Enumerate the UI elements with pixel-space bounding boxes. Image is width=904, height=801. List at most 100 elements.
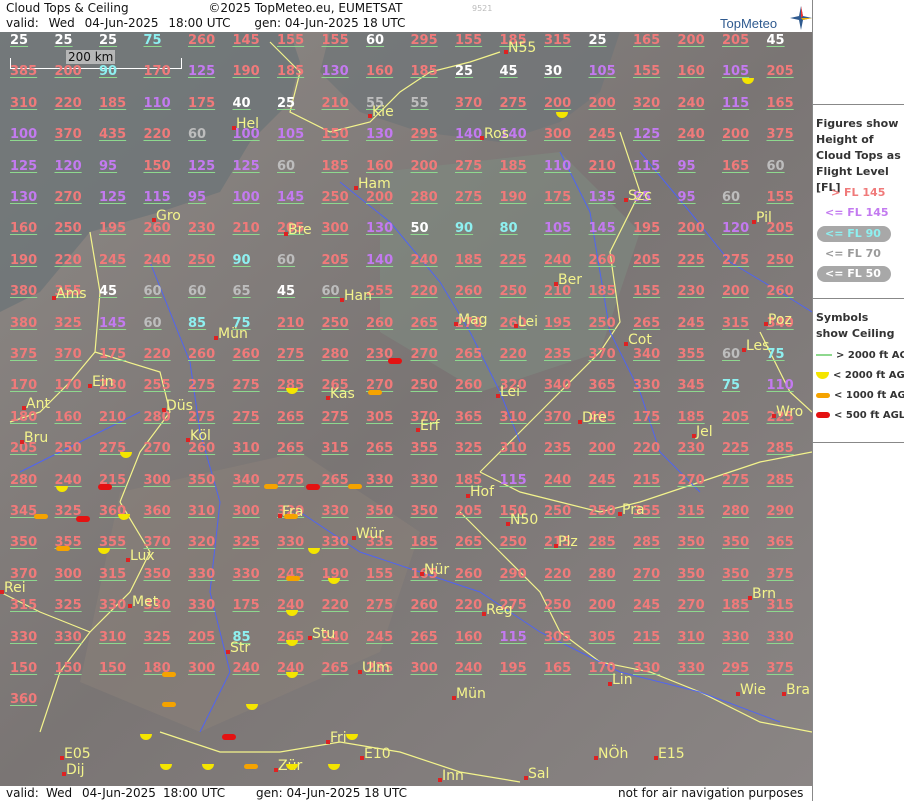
flight-level-label: 170 (10, 378, 38, 394)
flight-level-label: 275 (722, 252, 750, 268)
flight-level-label: 315 (99, 566, 127, 582)
flight-level-label: 220 (321, 598, 349, 614)
flight-level-label: 150 (321, 127, 349, 143)
legend-level-high: > FL 145 (831, 186, 886, 199)
flight-level-label: 265 (410, 629, 438, 645)
flight-level-label: 305 (588, 629, 616, 645)
logo-text: TopMeteo (720, 16, 778, 31)
city-label: Stu (312, 626, 336, 642)
flight-level-label: 280 (321, 347, 349, 362)
city-label: Erf (420, 418, 440, 434)
flight-level-label: 305 (366, 409, 394, 425)
flight-level-label: 265 (455, 347, 483, 362)
flight-level-label: 125 (10, 158, 38, 174)
legend-level-70: <= FL 70 (825, 247, 881, 260)
flight-level-label: 295 (410, 127, 438, 143)
city-label: Plz (558, 534, 578, 550)
flight-level-label: 125 (232, 158, 260, 174)
city-label: Dre (582, 410, 607, 426)
flight-level-label: 285 (633, 535, 661, 551)
flight-level-label: 240 (544, 472, 572, 488)
flight-level-label: 155 (766, 190, 794, 205)
flight-level-label: 185 (588, 284, 616, 300)
flight-level-label: 330 (99, 598, 127, 614)
flight-level-label: 320 (633, 95, 661, 111)
flight-level-label: 330 (321, 535, 349, 551)
city-label: Wür (356, 526, 384, 542)
compass-star-icon (790, 6, 812, 30)
legend-level-mid: <= FL 145 (825, 206, 889, 219)
city-label: Ulm (362, 660, 390, 676)
flight-level-label: 300 (544, 127, 572, 143)
city-label: Mün (456, 686, 486, 702)
flight-level-label: 155 (633, 284, 661, 300)
flight-level-label: 145 (232, 33, 260, 48)
flight-level-label: 275 (188, 378, 216, 394)
flight-level-label: 285 (766, 441, 794, 457)
symbol-row-2000-plus: > 2000 ft AGL (816, 350, 904, 361)
flight-level-label: 185 (677, 409, 705, 425)
flight-level-label: 340 (544, 378, 572, 394)
flight-level-label: 220 (54, 95, 82, 111)
flight-level-label: 230 (677, 441, 705, 457)
flight-level-label: 25 (10, 33, 29, 48)
city-label: Ant (26, 396, 50, 412)
legend-level-90: <= FL 90 (825, 227, 881, 240)
city-label: Mün (218, 326, 248, 342)
flight-level-label: 370 (54, 347, 82, 362)
cloud-tops-map[interactable]: 200 km 25 25 25 75 260 145 155 155 60 295 155 185 31… (0, 32, 812, 786)
flight-level-label: 200 (366, 190, 394, 205)
flight-level-label: 275 (232, 378, 260, 394)
flight-level-label: 250 (544, 504, 572, 519)
flight-level-label: 325 (54, 598, 82, 614)
flight-level-label: 110 (766, 378, 794, 394)
flight-level-label: 160 (54, 409, 82, 425)
flight-level-label: 170 (143, 64, 171, 80)
flight-level-label: 175 (99, 347, 127, 362)
symbol-label-3: < 500 ft AGL (834, 410, 904, 421)
city-label: Dij (66, 762, 85, 778)
ceiling-500-icon (222, 734, 236, 740)
flight-level-label: 300 (54, 566, 82, 582)
flight-level-label: 275 (232, 409, 260, 425)
topmeteo-logo[interactable]: TopMeteo (712, 6, 812, 31)
flight-level-label: 270 (410, 347, 438, 362)
ceiling-1000-icon (264, 484, 278, 489)
symbol-row-500: < 500 ft AGL (816, 410, 904, 421)
flight-level-label: 360 (143, 504, 171, 519)
city-label: Ams (56, 286, 87, 302)
symbol-label-0: > 2000 ft AGL (836, 350, 904, 361)
flight-level-label: 235 (544, 441, 572, 457)
flight-level-label: 370 (588, 347, 616, 362)
flight-level-label: 115 (143, 190, 171, 205)
flight-level-label: 340 (633, 347, 661, 362)
flight-level-label: 220 (499, 347, 527, 362)
flight-level-label: 185 (99, 95, 127, 111)
flight-level-label: 200 (677, 33, 705, 48)
flight-level-label: 95 (99, 158, 118, 174)
city-label: Bru (24, 430, 49, 446)
flight-level-label: 60 (277, 158, 296, 174)
flight-level-label: 145 (99, 315, 127, 331)
flight-level-label: 280 (410, 190, 438, 205)
legend-divider-3 (813, 442, 904, 443)
flight-level-label: 205 (188, 629, 216, 645)
flight-level-label: 265 (633, 315, 661, 331)
flight-level-label: 140 (366, 252, 394, 268)
city-label: Pra (622, 502, 645, 518)
city-label: Gro (156, 208, 181, 224)
city-label: Ham (358, 176, 391, 192)
ceiling-1000-icon (34, 514, 48, 519)
copyright: ©2025 TopMeteo.eu, EUMETSAT (208, 1, 403, 15)
flight-level-label: 225 (722, 441, 750, 457)
legend-divider (813, 104, 904, 105)
flight-level-label: 105 (588, 64, 616, 80)
flight-level-label: 265 (321, 472, 349, 488)
legend-level-50: <= FL 50 (825, 267, 881, 280)
flight-level-label: 110 (544, 158, 572, 174)
flight-level-label: 250 (499, 284, 527, 300)
city-label: E10 (364, 746, 391, 762)
flight-level-label: 155 (321, 33, 349, 48)
valid-time: 18:00 UTC (168, 16, 231, 30)
flight-level-label: 160 (366, 158, 394, 174)
